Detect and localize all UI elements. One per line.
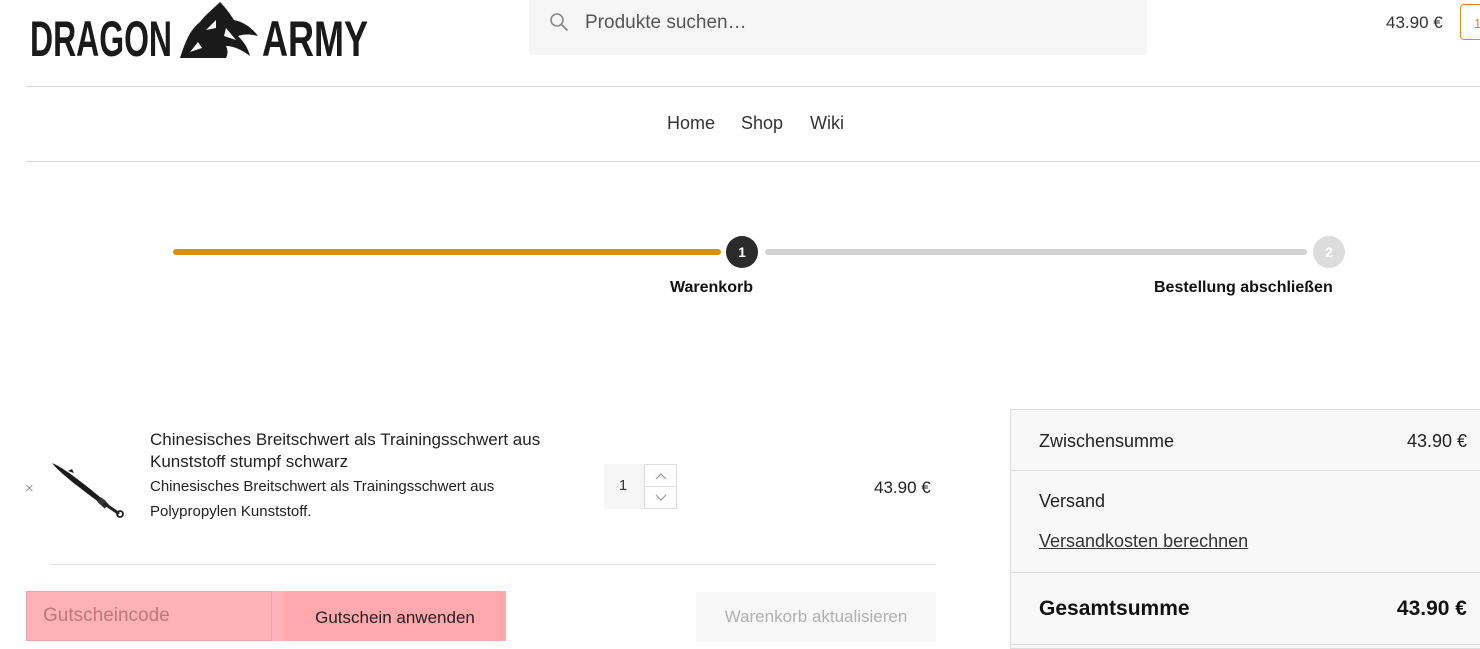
quantity-arrows: [644, 464, 677, 509]
calculate-shipping-link[interactable]: Versandkosten berechnen: [1039, 531, 1248, 552]
subtotal-value: 43.90 €: [1406, 431, 1467, 451]
quantity-decrease-button[interactable]: [645, 487, 676, 509]
coupon-form: Gutschein anwenden: [26, 591, 506, 641]
cart-row-divider: [50, 564, 936, 565]
progress-bar-remaining: [765, 249, 1307, 255]
total-label: Gesamtsumme: [1039, 597, 1190, 620]
quantity-stepper[interactable]: 1: [604, 464, 677, 509]
subtotal-row: Zwischensumme 43.90 €: [1011, 410, 1480, 471]
subtotal-label: Zwischensumme: [1039, 431, 1175, 451]
step-1-indicator: 1: [726, 236, 758, 268]
update-cart-button[interactable]: Warenkorb aktualisieren: [696, 592, 936, 642]
total-value: 43.90 €: [1396, 597, 1467, 620]
dragon-army-logo: DRAGON ARMY: [30, 2, 368, 62]
header-cart-total[interactable]: 43.90 €: [1386, 13, 1443, 33]
logo[interactable]: DRAGON ARMY: [30, 0, 370, 62]
total-row: Gesamtsumme 43.90 €: [1011, 573, 1480, 645]
dragon-emblem-icon: [180, 2, 258, 58]
remove-item-button[interactable]: ×: [25, 480, 34, 497]
cart-totals-panel: Zwischensumme 43.90 € Versand Versandkos…: [1010, 409, 1480, 649]
header-divider: [26, 86, 1480, 87]
product-thumbnail[interactable]: [48, 457, 128, 519]
quantity-input[interactable]: 1: [604, 477, 642, 494]
chevron-down-icon: [655, 494, 667, 501]
product-description: Chinesisches Breitschwert als Trainingss…: [150, 478, 495, 520]
search-input[interactable]: [585, 6, 1125, 40]
svg-text:DRAGON: DRAGON: [30, 11, 172, 62]
shipping-row: Versand Versandkosten berechnen: [1011, 471, 1480, 573]
apply-coupon-button[interactable]: Gutschein anwenden: [284, 591, 506, 641]
svg-text:ARMY: ARMY: [262, 11, 368, 62]
search-bar[interactable]: [529, 0, 1147, 55]
step-2-indicator: 2: [1313, 236, 1345, 268]
nav-divider: [26, 161, 1480, 162]
progress-bar-complete: [173, 249, 721, 255]
nav-item-shop[interactable]: Shop: [741, 113, 783, 134]
nav-item-home[interactable]: Home: [667, 113, 715, 134]
header-cart-count-badge[interactable]: 1: [1460, 4, 1480, 40]
line-item-price: 43.90 €: [874, 478, 931, 497]
step-2-label: Bestellung abschließen: [1154, 279, 1333, 296]
search-icon: [550, 13, 568, 31]
coupon-code-input[interactable]: [26, 591, 272, 641]
main-nav: Home Shop Wiki: [0, 113, 1480, 137]
quantity-increase-button[interactable]: [645, 465, 676, 487]
shipping-label: Versand: [1039, 491, 1106, 511]
chevron-up-icon: [655, 473, 667, 480]
step-1-label: Warenkorb: [670, 279, 753, 296]
product-title-link[interactable]: Chinesisches Breitschwert als Trainingss…: [150, 429, 590, 473]
sword-icon: [52, 463, 124, 518]
nav-item-wiki[interactable]: Wiki: [810, 113, 844, 134]
